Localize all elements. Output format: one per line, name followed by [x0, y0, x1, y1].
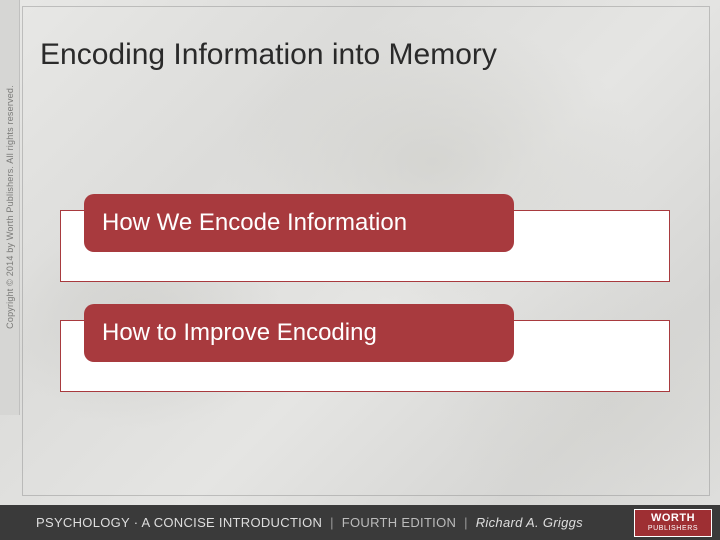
topic-label-2: How to Improve Encoding: [102, 319, 377, 347]
footer-separator: |: [464, 515, 468, 530]
slide: Copyright © 2014 by Worth Publishers. Al…: [0, 0, 720, 540]
footer-book-title: PSYCHOLOGY · A CONCISE INTRODUCTION: [36, 515, 322, 530]
footer-author: Richard A. Griggs: [476, 515, 583, 530]
publisher-badge: WORTH PUBLISHERS: [634, 509, 712, 537]
slide-title: Encoding Information into Memory: [40, 38, 497, 72]
footer-edition: FOURTH EDITION: [342, 515, 456, 530]
publisher-subtitle: PUBLISHERS: [648, 525, 698, 532]
footer-separator: |: [330, 515, 334, 530]
copyright-text: Copyright © 2014 by Worth Publishers. Al…: [5, 85, 15, 329]
topic-box-1: How We Encode Information: [84, 194, 514, 252]
publisher-name: WORTH: [651, 513, 695, 524]
footer-bar: PSYCHOLOGY · A CONCISE INTRODUCTION | FO…: [0, 505, 720, 540]
footer-text: PSYCHOLOGY · A CONCISE INTRODUCTION | FO…: [36, 515, 583, 530]
topic-label-1: How We Encode Information: [102, 209, 407, 237]
topic-box-2: How to Improve Encoding: [84, 304, 514, 362]
